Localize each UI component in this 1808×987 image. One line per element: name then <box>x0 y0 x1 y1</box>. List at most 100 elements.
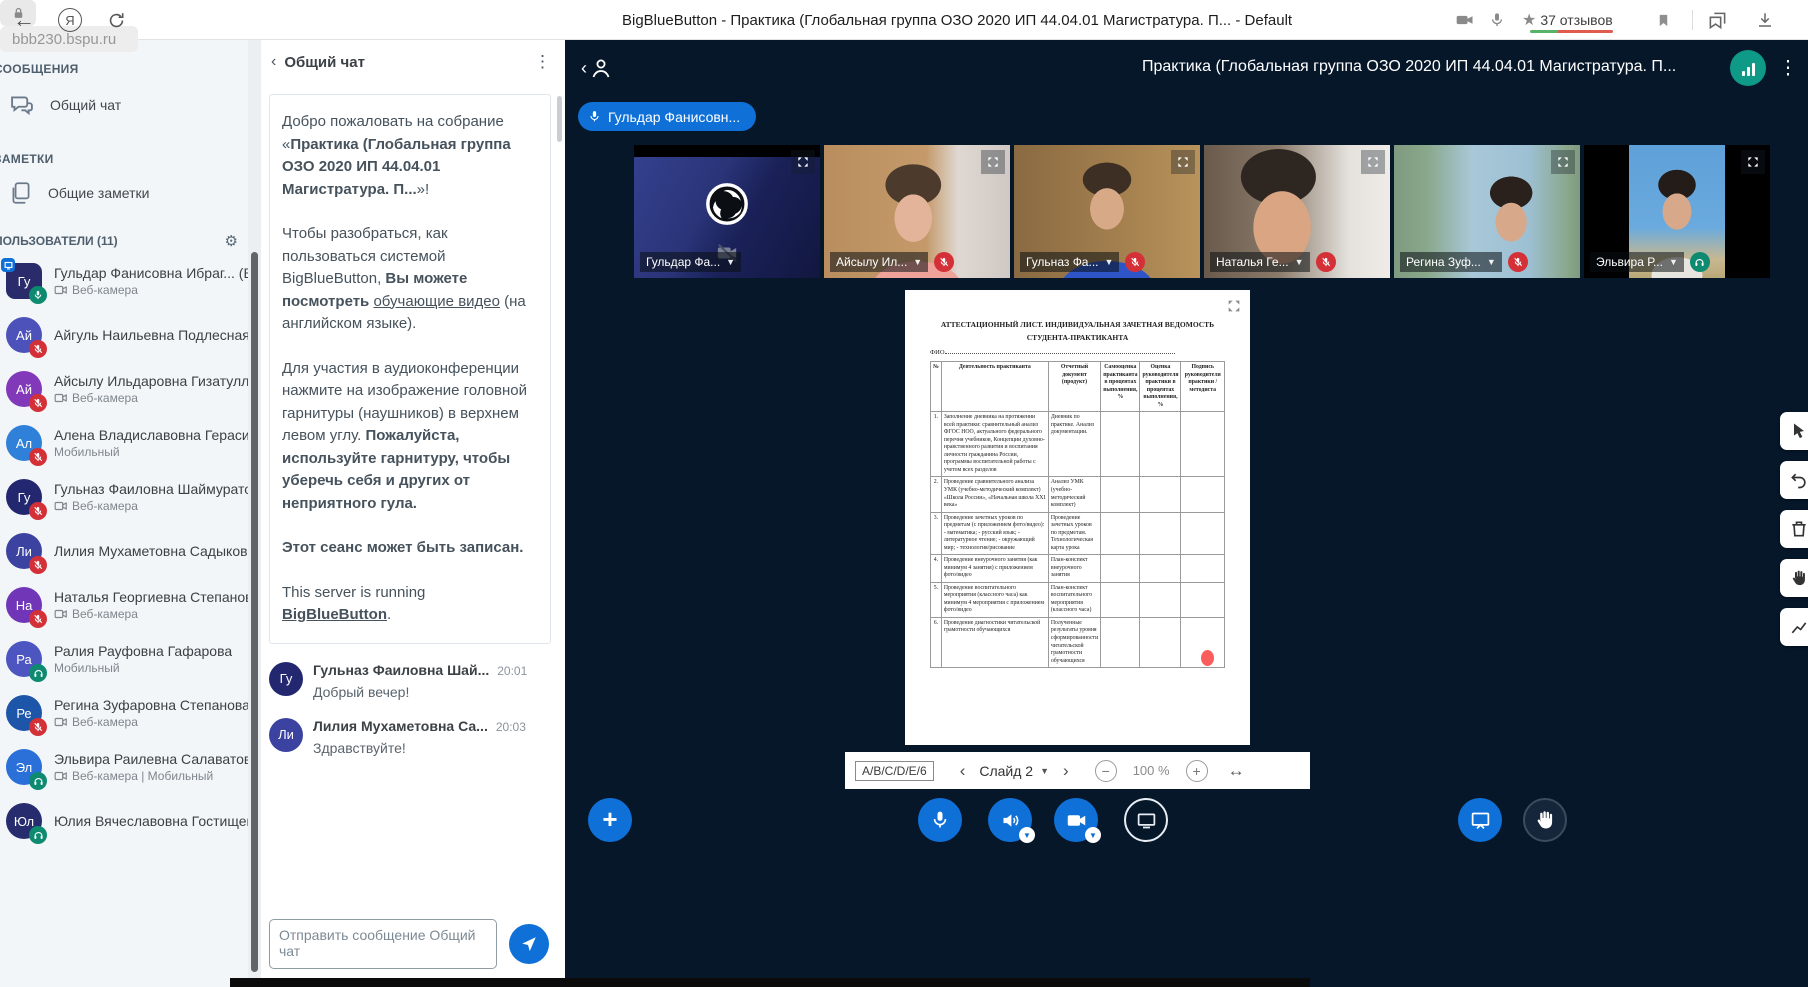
restore-presentation-button[interactable] <box>1458 798 1502 842</box>
pan-tool-button[interactable] <box>1780 559 1808 597</box>
user-list-item[interactable]: Ли Лилия Мухаметовна Садыкова <box>0 524 248 578</box>
browser-refresh-icon[interactable] <box>98 0 134 40</box>
talking-indicator[interactable]: Гульдар Фанисовн... <box>578 102 756 131</box>
message-author: Лилия Мухаметовна Са... <box>313 718 488 734</box>
next-slide-button[interactable]: › <box>1063 761 1069 781</box>
webcam-user-label[interactable]: Регина Зуф...▼ <box>1400 252 1502 272</box>
slide-select-dropdown[interactable]: Слайд 2 ▼ <box>979 763 1049 779</box>
table-cell: 4. <box>931 555 942 583</box>
tile-fullscreen-icon[interactable] <box>1551 150 1575 174</box>
tile-fullscreen-icon[interactable] <box>1361 150 1385 174</box>
table-cell: Проведение воспитательного мероприятия (… <box>941 582 1048 617</box>
webcam-tile[interactable]: Наталья Ге...▼ <box>1204 145 1390 278</box>
mic-permission-icon[interactable] <box>1484 0 1510 40</box>
downloads-icon[interactable] <box>1748 0 1782 40</box>
sidebar-item-shared-notes[interactable]: Общие заметки <box>0 173 248 213</box>
whiteboard-tools-button[interactable] <box>1780 412 1808 450</box>
zoom-in-button[interactable]: + <box>1186 760 1208 782</box>
webcam-tile[interactable]: Регина Зуф...▼ <box>1394 145 1580 278</box>
webcam-tile[interactable]: Гульназ Фа...▼ <box>1014 145 1200 278</box>
webcam-share-button[interactable]: ▼ <box>1054 798 1098 842</box>
users-settings-gear-icon[interactable]: ⚙ <box>225 232 238 250</box>
camera-permission-icon[interactable] <box>1450 0 1480 40</box>
bookmark-icon[interactable] <box>1648 0 1678 40</box>
audio-dropdown-chevron-icon[interactable]: ▼ <box>1019 827 1035 843</box>
fit-to-width-button[interactable]: ↔ <box>1228 761 1245 781</box>
table-row: 4.Проведение внеурочного занятия (как ми… <box>931 555 1225 583</box>
tile-fullscreen-icon[interactable] <box>981 150 1005 174</box>
presentation-slide[interactable]: АТТЕСТАЦИОННЫЙ ЛИСТ. ИНДИВИДУАЛЬНАЯ ЗАЧЕ… <box>905 290 1250 745</box>
chat-collapse-chevron-icon[interactable]: ‹ <box>271 53 276 71</box>
webcam-dropdown-chevron-icon[interactable]: ▼ <box>1085 827 1101 843</box>
user-name: Гульдар Фанисовна Ибраг... (Вы) <box>54 265 248 281</box>
webcam-user-label[interactable]: Гульназ Фа...▼ <box>1020 252 1119 272</box>
raise-hand-button[interactable] <box>1523 798 1567 842</box>
chat-options-menu-icon[interactable]: ⋮ <box>534 52 551 72</box>
slide-pages-label[interactable]: A/B/C/D/E/6 <box>855 761 934 781</box>
avatar-initials: Ли <box>278 727 294 742</box>
multi-user-whiteboard-button[interactable] <box>1780 608 1808 646</box>
send-message-button[interactable] <box>509 924 549 964</box>
clear-annotations-button[interactable] <box>1780 510 1808 548</box>
sidebar-item-public-chat[interactable]: Общий чат <box>0 85 248 125</box>
user-list-item[interactable]: Ра Ралия Рауфовна Гафарова Мобильный <box>0 632 248 686</box>
attestation-table: №Деятельность практикантаОтчетный докуме… <box>930 361 1225 668</box>
mute-microphone-button[interactable] <box>918 798 962 842</box>
chat-message-area: Добро пожаловать на собрание «Практика (… <box>261 84 565 907</box>
user-list-item[interactable]: Ал Алена Владиславовна Гераси... Мобильн… <box>0 416 248 470</box>
webcam-tile[interactable]: Эльвира Р...▼ <box>1584 145 1770 278</box>
zoom-out-button[interactable]: − <box>1095 760 1117 782</box>
user-list-item[interactable]: На Наталья Георгиевна Степанова Веб-каме… <box>0 578 248 632</box>
audio-settings-button[interactable]: ▼ <box>988 798 1032 842</box>
avatar-initials: Гу <box>18 490 31 505</box>
tile-fullscreen-icon[interactable] <box>1741 150 1765 174</box>
table-cell: Полученные результаты уровня сформирован… <box>1048 617 1100 667</box>
undo-annotation-button[interactable] <box>1780 461 1808 499</box>
user-status-badge <box>29 556 47 574</box>
actions-plus-button[interactable]: + <box>588 798 632 842</box>
webcam-user-label[interactable]: Айсылу Ил...▼ <box>830 252 928 272</box>
table-cell: План-конспект внеурочного занятия <box>1048 555 1100 583</box>
avatar: Ли <box>6 533 42 569</box>
user-device: Веб-камера <box>54 715 248 729</box>
user-device: Мобильный <box>54 445 248 459</box>
screenshare-button[interactable] <box>1124 798 1168 842</box>
chat-message-input[interactable] <box>269 919 497 969</box>
connection-status-button[interactable] <box>1730 50 1766 86</box>
whiteboard-toolbar <box>1780 412 1808 646</box>
webcam-tile[interactable]: Гульдар Фа...▼ <box>634 145 820 278</box>
previous-slide-button[interactable]: ‹ <box>960 761 966 781</box>
user-list-item[interactable]: Эл Эльвира Раилевна Салаватова Веб-камер… <box>0 740 248 794</box>
avatar: Ай <box>6 371 42 407</box>
message-author: Гульназ Фаиловна Шай... <box>313 662 489 678</box>
scrollbar-thumb[interactable] <box>251 252 258 972</box>
webcam-user-label[interactable]: Эльвира Р...▼ <box>1590 252 1684 272</box>
chat-bubbles-icon <box>8 91 36 119</box>
browser-back-icon[interactable]: ← <box>6 0 42 40</box>
signal-bar <box>1742 71 1745 76</box>
collections-icon[interactable] <box>1700 0 1734 40</box>
webcam-user-label[interactable]: Гульдар Фа...▼ <box>640 252 741 272</box>
tile-fullscreen-icon[interactable] <box>791 150 815 174</box>
avatar: Юл <box>6 803 42 839</box>
webcam-icon <box>54 769 68 783</box>
presentation-fullscreen-icon[interactable] <box>1223 295 1245 317</box>
user-list-item[interactable]: Юл Юлия Вячеславовна Гостищева <box>0 794 248 848</box>
tile-fullscreen-icon[interactable] <box>1171 150 1195 174</box>
toggle-userlist-button[interactable]: ‹ <box>581 56 613 80</box>
webcam-user-label[interactable]: Наталья Ге...▼ <box>1210 252 1310 272</box>
webcam-tile[interactable]: Айсылу Ил...▼ <box>824 145 1010 278</box>
meeting-options-menu-icon[interactable]: ⋮ <box>1776 50 1800 86</box>
avatar-initials: Ал <box>16 436 32 451</box>
chat-scrollbar-thumb[interactable] <box>557 96 562 142</box>
user-list-item[interactable]: Гу Гульназ Фаиловна Шаймуратова Веб-каме… <box>0 470 248 524</box>
users-section-header: ПОЛЬЗОВАТЕЛИ (11) <box>0 234 118 248</box>
reviews-rating[interactable]: ★ 37 отзывов <box>1522 0 1613 40</box>
talking-user-label: Гульдар Фанисовн... <box>608 109 740 125</box>
users-list-scrollbar[interactable] <box>248 40 261 987</box>
user-list-item[interactable]: Ре Регина Зуфаровна Степанова Веб-камера <box>0 686 248 740</box>
user-list-item[interactable]: Гу Гульдар Фанисовна Ибраг... (Вы) Веб-к… <box>0 254 248 308</box>
user-list-item[interactable]: Ай Айсылу Ильдаровна Гизатулли... Веб-ка… <box>0 362 248 416</box>
yandex-browser-icon[interactable]: Я <box>52 0 88 40</box>
user-list-item[interactable]: Ай Айгуль Наильевна Подлесная <box>0 308 248 362</box>
